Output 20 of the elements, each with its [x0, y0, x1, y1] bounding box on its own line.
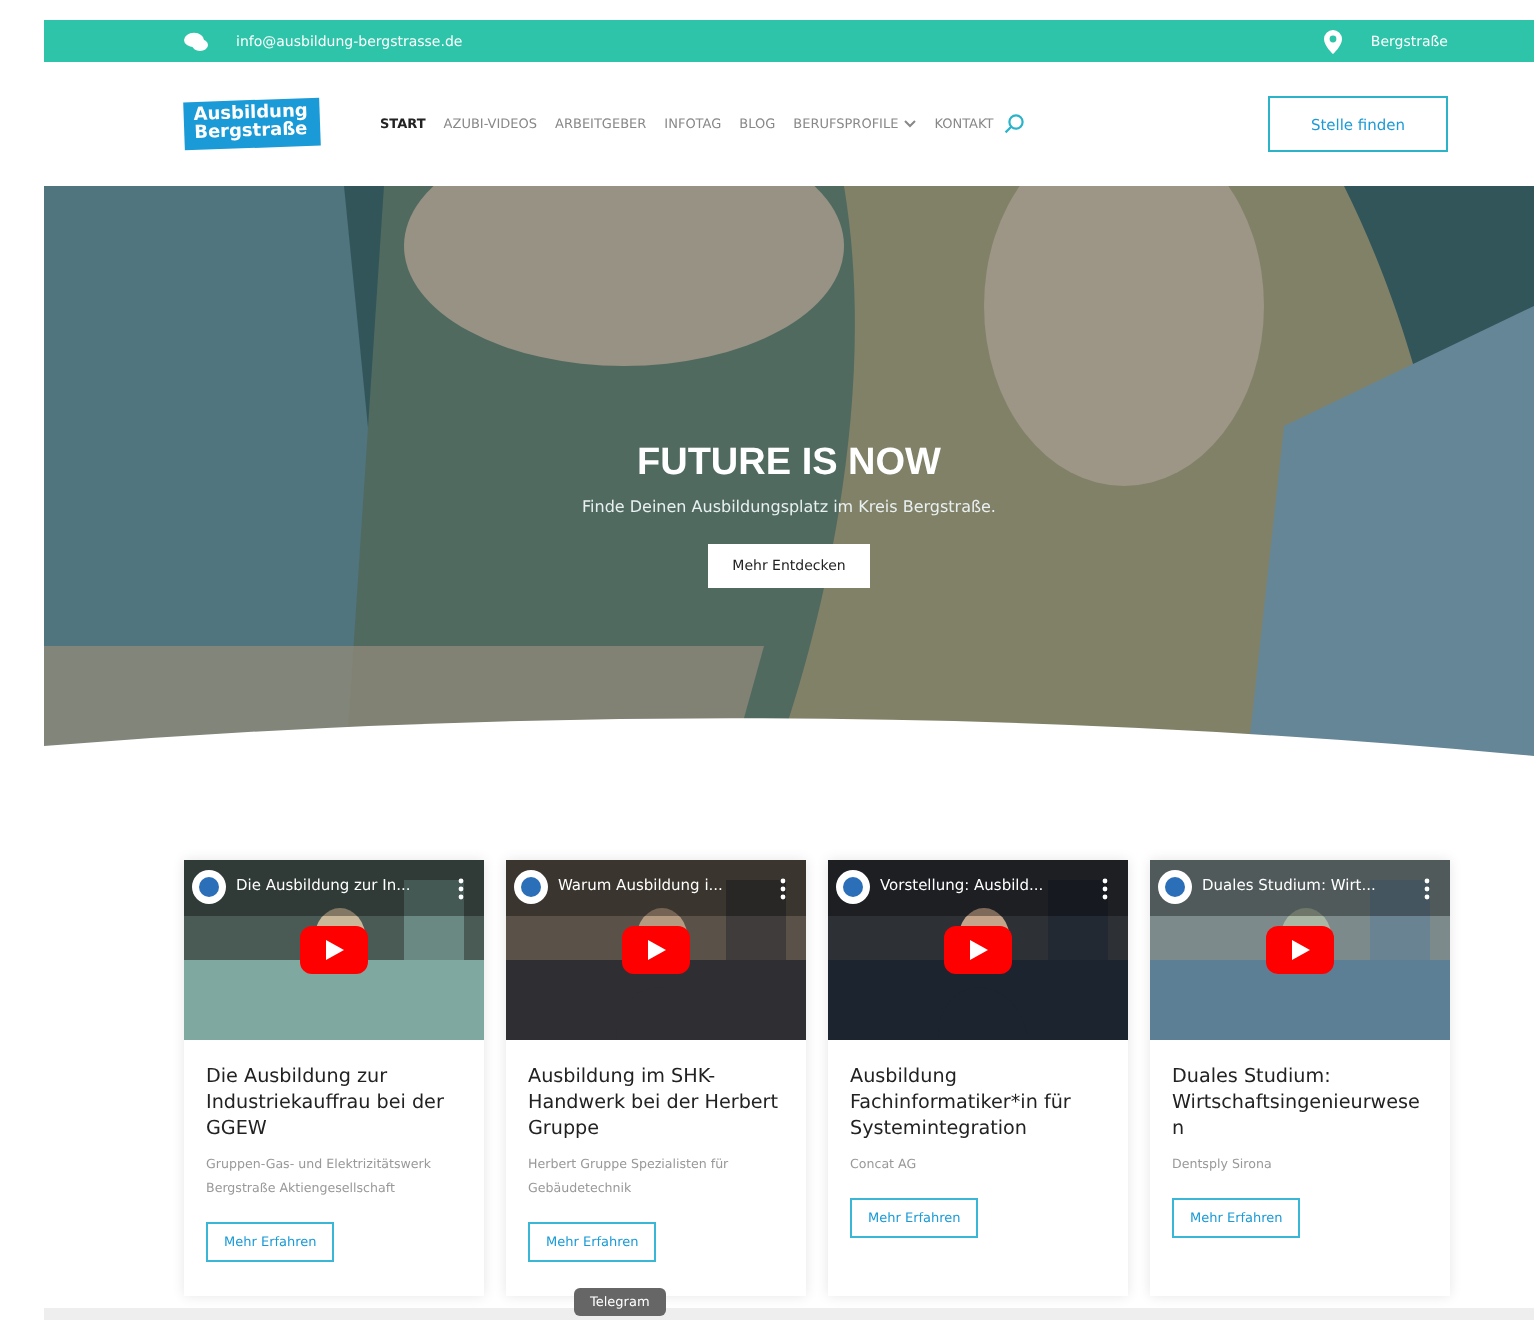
card-title: Ausbildung im SHK-Handwerk bei der Herbert Gruppe: [528, 1064, 781, 1142]
hero-title: FUTURE IS NOW: [637, 442, 941, 486]
more-options-icon[interactable]: [1102, 878, 1108, 900]
logo[interactable]: Ausbildung Bergstraße: [183, 97, 321, 151]
channel-avatar-icon: [836, 870, 870, 904]
hero-subtitle: Finde Deinen Ausbildungsplatz im Kreis Bergstraße.: [582, 498, 996, 516]
play-button-icon[interactable]: [944, 926, 1012, 974]
card-title: Ausbildung Fachinformatiker*in für Systemintegration: [850, 1064, 1073, 1142]
more-options-icon[interactable]: [780, 878, 786, 900]
chat-icon: [184, 31, 208, 51]
play-button-icon[interactable]: [622, 926, 690, 974]
more-options-icon[interactable]: [1424, 878, 1430, 900]
chevron-down-icon: [904, 120, 917, 128]
card-title: Duales Studium: Wirtschaftsingenieurwesen: [1172, 1064, 1422, 1142]
location-pin-icon: [1324, 29, 1343, 53]
channel-avatar-icon: [192, 870, 226, 904]
channel-avatar-icon: [514, 870, 548, 904]
channel-avatar-icon: [1158, 870, 1192, 904]
card-title: Die Ausbildung zur Industriekauffrau bei der GGEW: [206, 1064, 446, 1142]
more-options-icon[interactable]: [458, 878, 464, 900]
